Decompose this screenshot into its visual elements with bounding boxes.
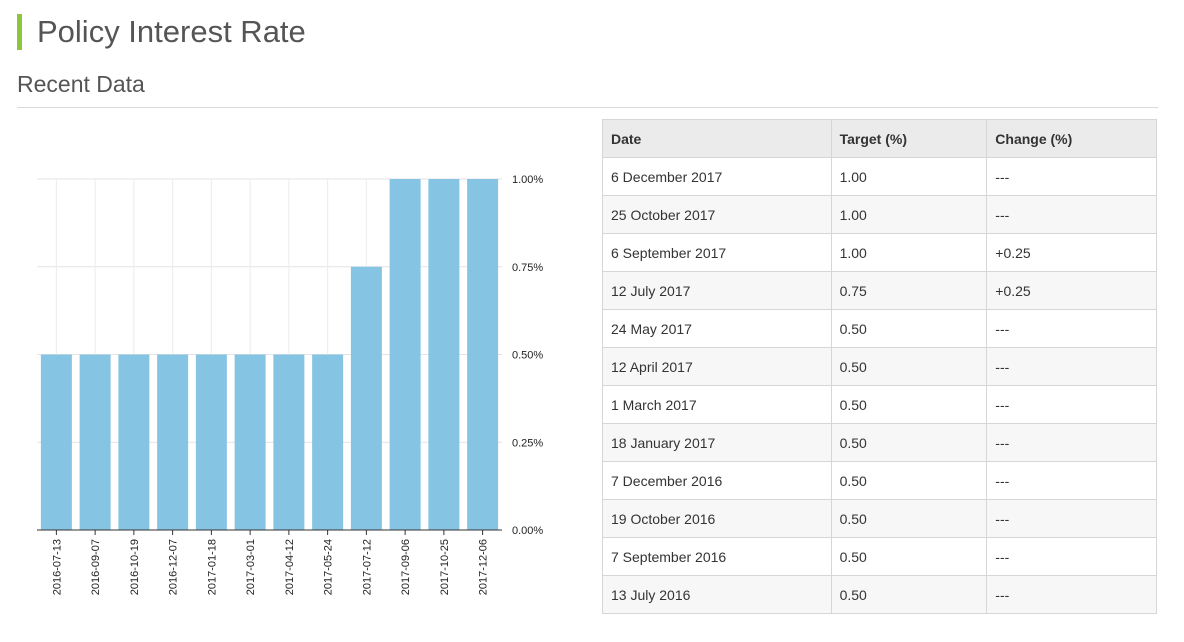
cell-date: 1 March 2017: [602, 385, 832, 424]
cell-change: ---: [986, 347, 1157, 386]
cell-change: ---: [986, 195, 1157, 234]
cell-target: 1.00: [830, 195, 988, 234]
x-tick-label: 2017-03-01: [245, 539, 257, 595]
bar: [118, 354, 150, 530]
header-target: Target (%): [830, 119, 988, 158]
cell-date: 25 October 2017: [602, 195, 832, 234]
table-row: 19 October 2016 0.50 ---: [602, 499, 1157, 538]
cell-target: 0.50: [830, 347, 988, 386]
cell-target: 0.75: [830, 271, 988, 310]
header-date: Date: [602, 119, 832, 158]
y-tick-label: 0.00%: [512, 525, 543, 537]
bar: [79, 354, 111, 530]
cell-date: 12 April 2017: [602, 347, 832, 386]
bar: [389, 179, 421, 530]
page-title: Policy Interest Rate: [37, 14, 306, 49]
x-tick-label: 2017-05-24: [323, 539, 335, 595]
y-tick-label: 0.25%: [512, 437, 543, 449]
table-row: 1 March 2017 0.50 ---: [602, 385, 1157, 424]
x-tick-label: 2017-01-18: [206, 539, 218, 595]
bar: [312, 354, 344, 530]
table-row: 12 April 2017 0.50 ---: [602, 347, 1157, 386]
section-divider: [17, 107, 1158, 108]
rates-table-container: Date Target (%) Change (%) 6 December 20…: [602, 119, 1157, 614]
cell-change: ---: [986, 309, 1157, 348]
cell-change: ---: [986, 575, 1157, 614]
bar: [40, 354, 72, 530]
table-row: 24 May 2017 0.50 ---: [602, 309, 1157, 348]
x-tick-label: 2017-10-25: [439, 539, 451, 595]
cell-target: 1.00: [830, 157, 988, 196]
cell-target: 0.50: [830, 537, 988, 576]
cell-target: 0.50: [830, 461, 988, 500]
policy-rate-bar-chart: 2016-07-13 2016-09-07 2016-10-19 2016-12-07…: [37, 174, 543, 595]
cell-date: 13 July 2016: [602, 575, 832, 614]
table-row: 12 July 2017 0.75 +0.25: [602, 271, 1157, 310]
cell-date: 7 December 2016: [602, 461, 832, 500]
y-tick-label: 0.50%: [512, 350, 543, 362]
page-title-block: Policy Interest Rate: [17, 14, 306, 50]
table-row: 6 December 2017 1.00 ---: [602, 157, 1157, 196]
header-change: Change (%): [986, 119, 1157, 158]
cell-change: +0.25: [986, 233, 1157, 272]
cell-change: ---: [986, 499, 1157, 538]
x-tick-label: 2016-10-19: [129, 539, 141, 595]
x-tick-label: 2016-12-07: [168, 539, 180, 595]
cell-target: 0.50: [830, 423, 988, 462]
cell-change: ---: [986, 157, 1157, 196]
table-row: 7 December 2016 0.50 ---: [602, 461, 1157, 500]
rates-table: Date Target (%) Change (%) 6 December 20…: [602, 119, 1157, 614]
section-title: Recent Data: [17, 71, 145, 97]
x-tick-label: 2017-09-06: [400, 539, 412, 595]
table-row: 7 September 2016 0.50 ---: [602, 537, 1157, 576]
cell-target: 0.50: [830, 499, 988, 538]
cell-date: 24 May 2017: [602, 309, 832, 348]
table-header-row: Date Target (%) Change (%): [602, 119, 1157, 158]
x-tick-label: 2017-04-12: [284, 539, 296, 595]
cell-date: 7 September 2016: [602, 537, 832, 576]
cell-date: 6 December 2017: [602, 157, 832, 196]
cell-target: 0.50: [830, 575, 988, 614]
bar: [273, 354, 305, 530]
cell-date: 18 January 2017: [602, 423, 832, 462]
bar: [157, 354, 189, 530]
x-tick-label: 2017-12-06: [478, 539, 490, 595]
table-row: 6 September 2017 1.00 +0.25: [602, 233, 1157, 272]
x-tick-label: 2017-07-12: [361, 539, 373, 595]
table-row: 25 October 2017 1.00 ---: [602, 195, 1157, 234]
table-row: 13 July 2016 0.50 ---: [602, 575, 1157, 614]
cell-change: ---: [986, 537, 1157, 576]
bar: [195, 354, 227, 530]
cell-target: 1.00: [830, 233, 988, 272]
y-tick-label: 1.00%: [512, 174, 543, 186]
cell-target: 0.50: [830, 309, 988, 348]
bar: [428, 179, 460, 530]
cell-change: ---: [986, 385, 1157, 424]
bar: [350, 266, 382, 530]
cell-change: +0.25: [986, 271, 1157, 310]
x-tick-label: 2016-07-13: [51, 539, 63, 595]
cell-change: ---: [986, 461, 1157, 500]
table-row: 18 January 2017 0.50 ---: [602, 423, 1157, 462]
cell-date: 19 October 2016: [602, 499, 832, 538]
x-tick-label: 2016-09-07: [90, 539, 102, 595]
cell-target: 0.50: [830, 385, 988, 424]
bar: [467, 179, 499, 530]
y-tick-label: 0.75%: [512, 262, 543, 274]
cell-change: ---: [986, 423, 1157, 462]
rates-table-body: 6 December 2017 1.00 --- 25 October 2017 1.0…: [602, 157, 1157, 614]
bar: [234, 354, 266, 530]
cell-date: 6 September 2017: [602, 233, 832, 272]
cell-date: 12 July 2017: [602, 271, 832, 310]
